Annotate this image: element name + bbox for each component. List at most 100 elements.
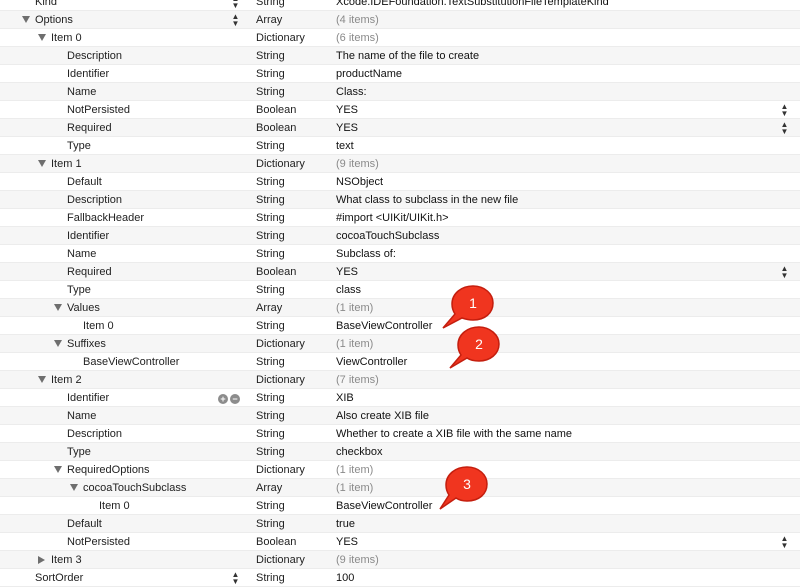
row-type[interactable]: Array [256, 299, 282, 317]
plist-row[interactable]: Item 2 Dictionary (7 items) [0, 371, 800, 389]
row-type[interactable]: String [256, 191, 285, 209]
boolean-popup-stepper-icon[interactable]: ▲ ▼ [780, 103, 789, 118]
plist-row[interactable]: Values Array (1 item) [0, 299, 800, 317]
disclosure-triangle-expanded-icon[interactable] [54, 340, 62, 347]
plist-row[interactable]: Name String Class: [0, 83, 800, 101]
row-key[interactable]: Item 3 [51, 551, 82, 569]
row-value[interactable]: YES [336, 119, 358, 137]
row-type[interactable]: String [256, 65, 285, 83]
row-type[interactable]: String [256, 0, 285, 11]
row-type[interactable]: String [256, 47, 285, 65]
row-value[interactable]: cocoaTouchSubclass [336, 227, 439, 245]
row-type[interactable]: String [256, 317, 285, 335]
row-key[interactable]: FallbackHeader [67, 209, 144, 227]
plist-row[interactable]: Description String What class to subclass … [0, 191, 800, 209]
row-key[interactable]: Identifier [67, 227, 109, 245]
row-value[interactable]: BaseViewController [336, 317, 432, 335]
add-row-icon[interactable]: + [218, 394, 228, 404]
row-key[interactable]: Name [67, 245, 96, 263]
plist-row[interactable]: Type String text [0, 137, 800, 155]
row-key[interactable]: Values [67, 299, 100, 317]
row-key[interactable]: Description [67, 191, 122, 209]
row-value[interactable]: (4 items) [336, 11, 379, 29]
plist-row[interactable]: Kind ▲▼ String Xcode.IDEFoundation.TextSubs… [0, 0, 800, 11]
row-value[interactable]: (1 item) [336, 461, 373, 479]
row-key[interactable]: Type [67, 443, 91, 461]
row-key[interactable]: Default [67, 515, 102, 533]
row-type[interactable]: Dictionary [256, 461, 305, 479]
row-value[interactable]: XIB [336, 389, 354, 407]
plist-row[interactable]: Item 1 Dictionary (9 items) [0, 155, 800, 173]
row-value[interactable]: text [336, 137, 354, 155]
row-value[interactable]: NSObject [336, 173, 383, 191]
key-popup-stepper-icon[interactable]: ▲▼ [231, 571, 240, 586]
row-key[interactable]: Required [67, 263, 112, 281]
row-value[interactable]: Whether to create a XIB file with the sa… [336, 425, 572, 443]
row-value[interactable]: (1 item) [336, 335, 373, 353]
row-value[interactable]: What class to subclass in the new file [336, 191, 518, 209]
disclosure-triangle-expanded-icon[interactable] [70, 484, 78, 491]
row-value[interactable]: (7 items) [336, 371, 379, 389]
row-key[interactable]: Required [67, 119, 112, 137]
row-value[interactable]: (1 item) [336, 299, 373, 317]
row-key[interactable]: NotPersisted [67, 533, 130, 551]
plist-row[interactable]: RequiredOptions Dictionary (1 item) [0, 461, 800, 479]
boolean-popup-stepper-icon[interactable]: ▲ ▼ [780, 265, 789, 280]
row-type[interactable]: Array [256, 11, 282, 29]
row-key[interactable]: Item 0 [51, 29, 82, 47]
row-type[interactable]: String [256, 137, 285, 155]
row-value[interactable]: BaseViewController [336, 497, 432, 515]
plist-row[interactable]: Identifier String productName [0, 65, 800, 83]
plist-row[interactable]: Type String checkbox [0, 443, 800, 461]
row-key[interactable]: BaseViewController [83, 353, 179, 371]
row-value[interactable]: (1 item) [336, 479, 373, 497]
row-type[interactable]: Dictionary [256, 551, 305, 569]
row-value[interactable]: #import <UIKit/UIKit.h> [336, 209, 449, 227]
row-value[interactable]: ViewController [336, 353, 407, 371]
row-key[interactable]: Type [67, 137, 91, 155]
row-key[interactable]: Item 2 [51, 371, 82, 389]
row-value[interactable]: Xcode.IDEFoundation.TextSubstitutionFile… [336, 0, 609, 11]
disclosure-triangle-expanded-icon[interactable] [38, 376, 46, 383]
plist-row[interactable]: Type String class [0, 281, 800, 299]
row-key[interactable]: SortOrder [35, 569, 83, 587]
boolean-popup-stepper-icon[interactable]: ▲ ▼ [780, 535, 789, 550]
row-type[interactable]: String [256, 443, 285, 461]
row-type[interactable]: String [256, 389, 285, 407]
row-type[interactable]: String [256, 173, 285, 191]
disclosure-triangle-expanded-icon[interactable] [54, 466, 62, 473]
row-type[interactable]: Dictionary [256, 29, 305, 47]
plist-row[interactable]: BaseViewController String ViewController [0, 353, 800, 371]
row-value[interactable]: checkbox [336, 443, 382, 461]
row-key[interactable]: Item 0 [99, 497, 130, 515]
row-key[interactable]: RequiredOptions [67, 461, 150, 479]
plist-row[interactable]: Name String Also create XIB file [0, 407, 800, 425]
row-value[interactable]: (9 items) [336, 155, 379, 173]
plist-row[interactable]: Identifier String cocoaTouchSubclass [0, 227, 800, 245]
row-type[interactable]: String [256, 353, 285, 371]
row-value[interactable]: YES [336, 263, 358, 281]
row-value[interactable]: YES [336, 533, 358, 551]
plist-row[interactable]: Name String Subclass of: [0, 245, 800, 263]
plist-row[interactable]: Item 0 String BaseViewController [0, 317, 800, 335]
plist-row[interactable]: Required Boolean YES ▲ ▼ [0, 119, 800, 137]
boolean-popup-stepper-icon[interactable]: ▲ ▼ [780, 121, 789, 136]
row-type[interactable]: String [256, 515, 285, 533]
plist-row[interactable]: Required Boolean YES ▲ ▼ [0, 263, 800, 281]
row-key[interactable]: Suffixes [67, 335, 106, 353]
plist-row[interactable]: NotPersisted Boolean YES ▲ ▼ [0, 533, 800, 551]
row-type[interactable]: String [256, 227, 285, 245]
plist-row[interactable]: Default String true [0, 515, 800, 533]
plist-row[interactable]: Suffixes Dictionary (1 item) [0, 335, 800, 353]
row-type[interactable]: String [256, 425, 285, 443]
row-key[interactable]: Identifier [67, 389, 109, 407]
row-type[interactable]: Boolean [256, 533, 296, 551]
row-key[interactable]: Description [67, 425, 122, 443]
key-popup-stepper-icon[interactable]: ▲▼ [231, 0, 240, 10]
row-value[interactable]: productName [336, 65, 402, 83]
disclosure-triangle-expanded-icon[interactable] [38, 34, 46, 41]
row-key[interactable]: Item 1 [51, 155, 82, 173]
row-type[interactable]: String [256, 83, 285, 101]
row-value[interactable]: YES [336, 101, 358, 119]
plist-row[interactable]: Description String The name of the file to… [0, 47, 800, 65]
